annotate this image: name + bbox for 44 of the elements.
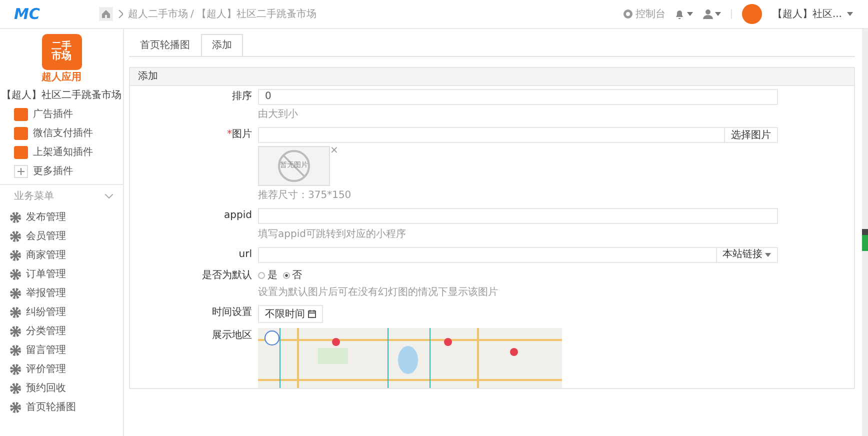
logo[interactable]: MC — [0, 2, 94, 26]
sidebar-item[interactable]: 发布管理 — [0, 208, 123, 226]
help-text: 填写appid可跳转到对应的小程序 — [258, 228, 407, 242]
logo-text: 市场 — [52, 52, 72, 62]
input-field[interactable]: 0 — [258, 88, 778, 104]
time-button[interactable]: 不限时间 — [258, 305, 322, 323]
sidebar-item[interactable]: 纠纷管理 — [0, 302, 123, 322]
sidebar-item[interactable]: 商家管理 — [0, 246, 123, 264]
logo-caption: 超人应用 — [42, 70, 82, 85]
link-type-dropdown[interactable]: 本站链接 — [716, 246, 778, 262]
select-image-button[interactable]: 选择图片 — [725, 127, 778, 143]
help-text: 设置为默认图片后可在没有幻灯图的情况下显示该图片 — [258, 286, 498, 300]
app-name: 【超人】社区二手跳蚤市场 — [2, 88, 122, 102]
sidebar-item[interactable]: 评价管理 — [0, 360, 123, 378]
sidebar-item[interactable]: 留言管理 — [0, 340, 123, 360]
radio-option[interactable]: 否 — [282, 268, 302, 282]
sidebar-item[interactable]: 分类管理 — [0, 322, 123, 340]
field-label: 排序 — [231, 90, 253, 104]
field-label: appid — [223, 209, 253, 223]
help-text: 由大到小 — [258, 108, 299, 122]
radio-label: 否 — [292, 268, 302, 282]
panel-header: 添加 — [130, 68, 854, 86]
field-label: url — [238, 248, 253, 262]
sidebar-item[interactable]: 订单管理 — [0, 264, 123, 284]
field-label: 是否为默认 — [201, 268, 253, 282]
sidebar-item[interactable]: 广告插件 — [0, 105, 123, 124]
field-label: *图片 — [226, 128, 253, 142]
radio-option[interactable]: 是 — [258, 268, 278, 282]
sidebar-item[interactable]: 举报管理 — [0, 284, 123, 302]
sidebar-item[interactable]: 更多插件 — [0, 162, 123, 181]
sidebar-item[interactable]: 会员管理 — [0, 226, 123, 246]
field-label: 展示地区 — [211, 328, 253, 343]
radio-label: 是 — [268, 268, 278, 282]
section-title: 业务菜单 — [14, 190, 54, 204]
sidebar-item[interactable]: 微信支付插件 — [0, 124, 123, 143]
sidebar-item[interactable]: 首页轮播图 — [0, 398, 123, 416]
tab[interactable]: 添加 — [201, 34, 243, 56]
tab[interactable]: 首页轮播图 — [129, 34, 201, 56]
sidebar-item[interactable]: 上架通知插件 — [0, 143, 123, 162]
field-label: 时间设置 — [211, 306, 253, 320]
account-menu[interactable]: 【超人】社区... — [772, 6, 853, 22]
breadcrumb-separator: / — [190, 8, 194, 22]
sidebar-item[interactable]: 预约回收 — [0, 378, 123, 398]
help-text: 推荐尺寸：375*150 — [258, 188, 352, 203]
